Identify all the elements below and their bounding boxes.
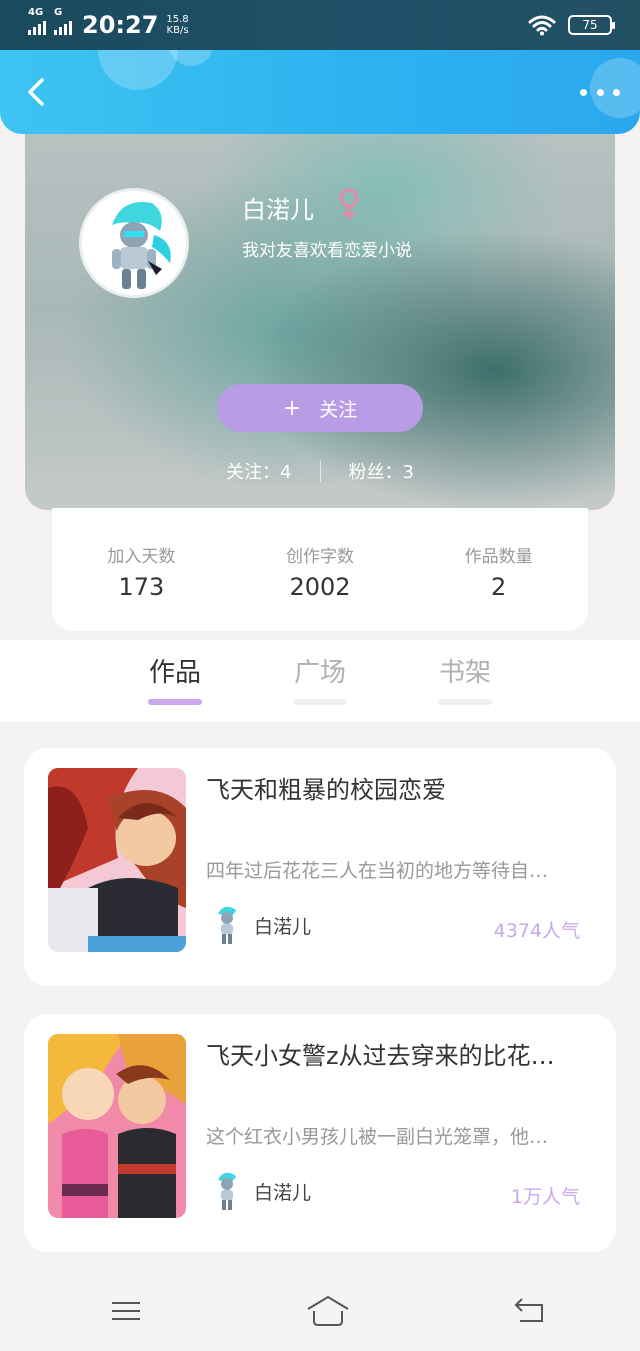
header-bar — [0, 50, 640, 134]
work-author[interactable]: 白渃儿 — [214, 904, 311, 946]
back-button[interactable] — [22, 74, 58, 110]
work-description: 这个红衣小男孩儿被一副白光笼罩，他… — [206, 1126, 549, 1148]
divider — [319, 460, 321, 482]
battery-icon: 75 — [568, 15, 615, 35]
more-button[interactable] — [580, 80, 620, 104]
profile-card: 白渃儿 我对友喜欢看恋爱小说 + 关注 关注：4 粉丝：3 — [25, 110, 615, 510]
author-avatar — [218, 906, 236, 944]
work-description: 四年过后花花三人在当初的地方等待自… — [206, 860, 549, 882]
tab-bar: 作品 广场 书架 — [0, 640, 640, 722]
tab-bookshelf[interactable]: 书架 — [420, 652, 510, 705]
work-cover-image[interactable] — [48, 768, 186, 952]
plus-icon: + — [282, 395, 302, 421]
follow-button[interactable]: + 关注 — [217, 384, 423, 432]
work-title[interactable]: 飞天小女警z从过去穿来的比花… — [206, 1036, 588, 1071]
work-author[interactable]: 白渃儿 — [214, 1170, 311, 1212]
stats-panel: 加入天数 173 创作字数 2002 作品数量 2 — [52, 508, 588, 631]
tab-works[interactable]: 作品 — [130, 652, 220, 705]
status-bar: 4G G 20:27 15.8 KB/s 75 — [0, 0, 640, 50]
work-cover-image[interactable] — [48, 1034, 186, 1218]
tab-square[interactable]: 广场 — [275, 652, 365, 705]
decor-bubble — [98, 50, 178, 90]
user-bio: 我对友喜欢看恋爱小说 — [242, 241, 412, 261]
work-popularity: 1万人气 — [510, 1186, 580, 1208]
stat-work-count: 作品数量 2 — [464, 547, 533, 601]
network-speed: 15.8 KB/s — [166, 14, 189, 36]
stat-join-days: 加入天数 173 — [107, 547, 176, 601]
user-name: 白渃儿 — [242, 196, 314, 224]
work-title[interactable]: 飞天和粗暴的校园恋爱 — [206, 770, 588, 805]
home-icon[interactable] — [306, 1295, 350, 1327]
female-icon — [339, 188, 359, 220]
system-nav-bar — [0, 1270, 640, 1351]
author-avatar — [218, 1172, 236, 1210]
work-card[interactable]: 飞天小女警z从过去穿来的比花… 这个红衣小男孩儿被一副白光笼罩，他… 白渃儿 1… — [24, 1014, 616, 1252]
wifi-icon — [528, 15, 556, 36]
signal-g-icon: G — [54, 7, 72, 35]
stat-word-count: 创作字数 2002 — [286, 547, 354, 601]
work-popularity: 4374人气 — [493, 920, 580, 942]
avatar[interactable] — [79, 188, 189, 298]
following-count[interactable]: 关注：4 — [226, 458, 291, 484]
chevron-left-icon — [28, 78, 44, 106]
follow-counts: 关注：4 粉丝：3 — [25, 458, 615, 484]
signal-4g-icon: 4G — [28, 7, 46, 35]
menu-icon[interactable] — [108, 1295, 144, 1327]
tab-indicator — [148, 699, 202, 705]
work-card[interactable]: 飞天和粗暴的校园恋爱 四年过后花花三人在当初的地方等待自… 白渃儿 4374人气 — [24, 748, 616, 986]
return-icon[interactable] — [512, 1295, 548, 1327]
fans-count[interactable]: 粉丝：3 — [349, 458, 414, 484]
clock: 20:27 — [82, 11, 159, 39]
more-dots-icon — [580, 88, 587, 96]
